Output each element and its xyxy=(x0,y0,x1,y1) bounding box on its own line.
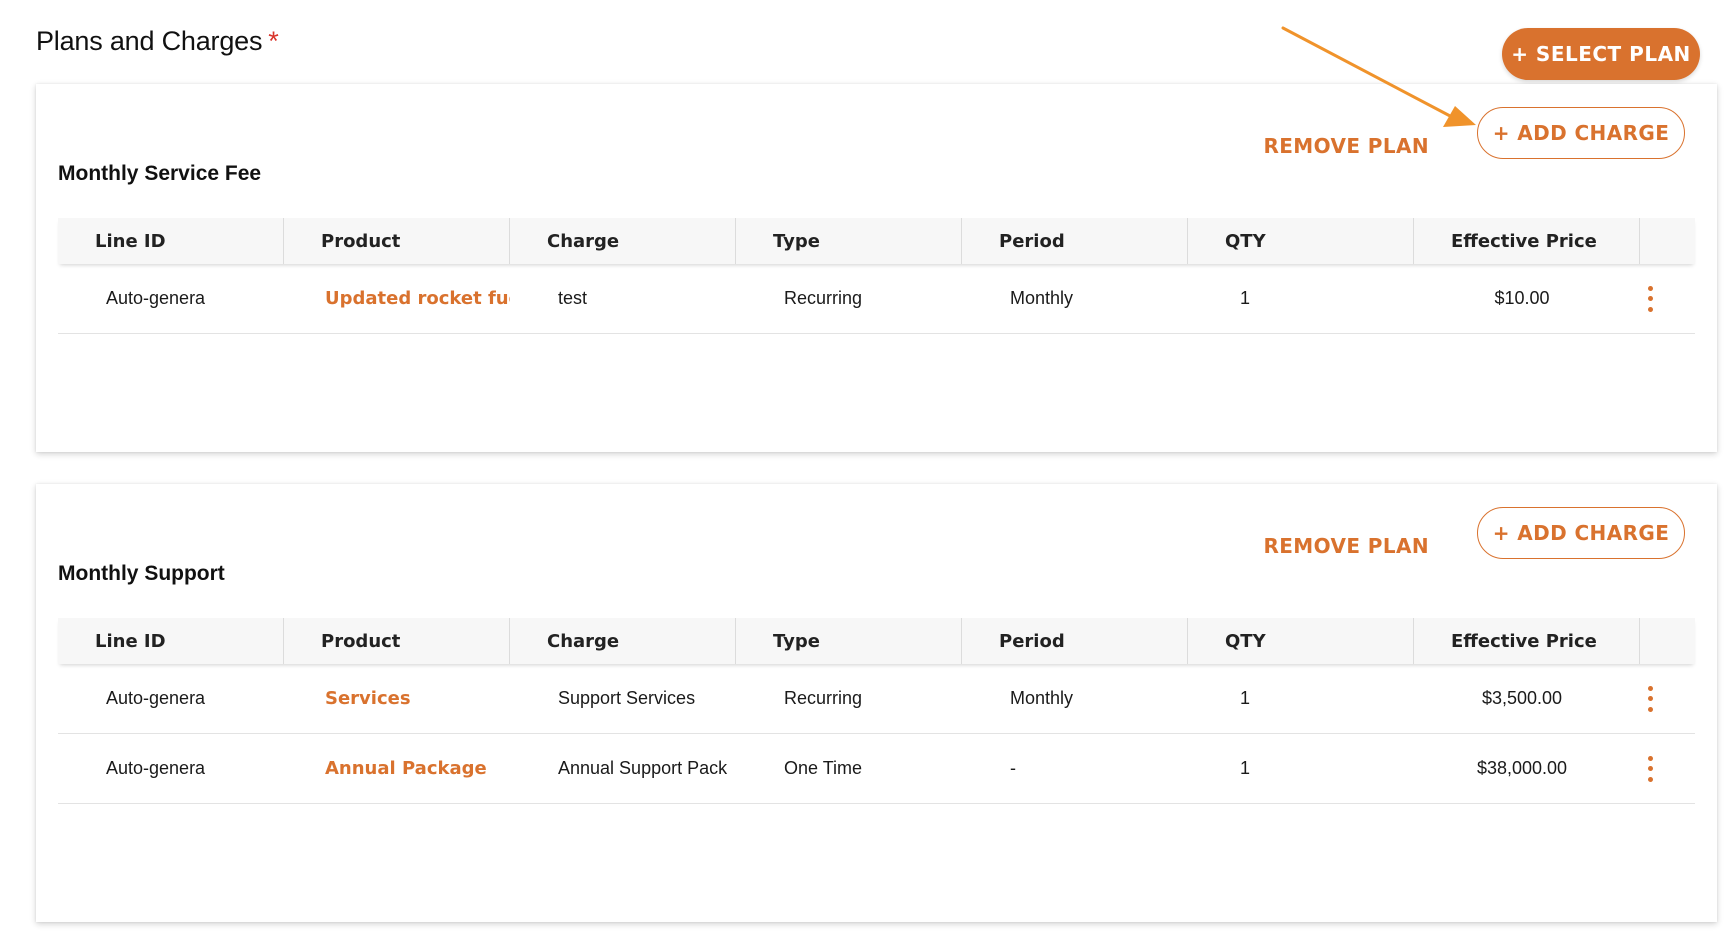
cell-qty: 1 xyxy=(1240,688,1251,708)
column-header-line-id[interactable]: Line ID xyxy=(58,218,284,264)
remove-plan-button[interactable]: REMOVE PLAN xyxy=(1263,120,1429,172)
row-menu[interactable] xyxy=(1640,755,1695,782)
cell-qty: 1 xyxy=(1240,288,1251,308)
add-charge-button[interactable]: + ADD CHARGE xyxy=(1477,507,1685,559)
cell-product-link[interactable]: Services xyxy=(284,688,510,709)
cell-type: Recurring xyxy=(784,288,863,308)
column-header-product[interactable]: Product xyxy=(284,218,510,264)
row-menu[interactable] xyxy=(1640,685,1695,712)
column-header-line-id[interactable]: Line ID xyxy=(58,618,284,664)
charges-table: Line ID Product Charge Type Period QTY E… xyxy=(58,218,1695,334)
column-header-actions xyxy=(1640,218,1695,264)
cell-line-id: Auto-genera xyxy=(106,758,206,778)
cell-type: Recurring xyxy=(784,688,863,708)
table-header: Line ID Product Charge Type Period QTY E… xyxy=(58,618,1695,664)
more-vertical-icon[interactable] xyxy=(1640,285,1660,312)
plan-name: Monthly Service Fee xyxy=(58,162,262,185)
column-header-type[interactable]: Type xyxy=(736,218,962,264)
charges-table: Line ID Product Charge Type Period QTY E… xyxy=(58,618,1695,804)
column-header-charge[interactable]: Charge xyxy=(510,218,736,264)
cell-period: Monthly xyxy=(1010,288,1074,308)
row-menu[interactable] xyxy=(1640,285,1695,312)
plan-card-monthly-support: REMOVE PLAN + ADD CHARGE Monthly Support… xyxy=(36,484,1717,922)
column-header-qty[interactable]: QTY xyxy=(1188,218,1414,264)
column-header-charge[interactable]: Charge xyxy=(510,618,736,664)
cell-product-link[interactable]: Annual Package xyxy=(284,758,510,779)
column-header-effective-price[interactable]: Effective Price xyxy=(1414,218,1640,264)
select-plan-button[interactable]: + SELECT PLAN xyxy=(1502,28,1700,80)
cell-period: - xyxy=(1010,758,1016,778)
column-header-period[interactable]: Period xyxy=(962,218,1188,264)
column-header-period[interactable]: Period xyxy=(962,618,1188,664)
cell-effective-price: $38,000.00 xyxy=(1476,758,1568,778)
cell-charge: Annual Support Pack xyxy=(558,758,728,778)
required-marker: * xyxy=(268,26,279,56)
column-header-product[interactable]: Product xyxy=(284,618,510,664)
more-vertical-icon[interactable] xyxy=(1640,685,1660,712)
page-title: Plans and Charges * xyxy=(36,26,279,57)
table-header: Line ID Product Charge Type Period QTY E… xyxy=(58,218,1695,264)
cell-line-id: Auto-genera xyxy=(106,688,206,708)
plan-name: Monthly Support xyxy=(58,562,225,585)
add-charge-button[interactable]: + ADD CHARGE xyxy=(1477,107,1685,159)
column-header-qty[interactable]: QTY xyxy=(1188,618,1414,664)
cell-qty: 1 xyxy=(1240,758,1251,778)
column-header-actions xyxy=(1640,618,1695,664)
table-row: Auto-genera Annual Package Annual Suppor… xyxy=(58,734,1695,804)
table-row: Auto-genera Services Support Services Re… xyxy=(58,664,1695,734)
cell-period: Monthly xyxy=(1010,688,1074,708)
cell-charge: test xyxy=(558,288,588,308)
cell-line-id: Auto-genera xyxy=(106,288,206,308)
table-row: Auto-genera Updated rocket fue test Recu… xyxy=(58,264,1695,334)
more-vertical-icon[interactable] xyxy=(1640,755,1660,782)
column-header-effective-price[interactable]: Effective Price xyxy=(1414,618,1640,664)
cell-type: One Time xyxy=(784,758,863,778)
plan-card-monthly-service-fee: REMOVE PLAN + ADD CHARGE Monthly Service… xyxy=(36,84,1717,452)
remove-plan-button[interactable]: REMOVE PLAN xyxy=(1263,520,1429,572)
cell-effective-price: $10.00 xyxy=(1494,288,1550,308)
cell-charge: Support Services xyxy=(558,688,696,708)
cell-effective-price: $3,500.00 xyxy=(1481,688,1563,708)
column-header-type[interactable]: Type xyxy=(736,618,962,664)
page-title-text: Plans and Charges xyxy=(36,26,263,56)
cell-product-link[interactable]: Updated rocket fue xyxy=(284,288,510,309)
